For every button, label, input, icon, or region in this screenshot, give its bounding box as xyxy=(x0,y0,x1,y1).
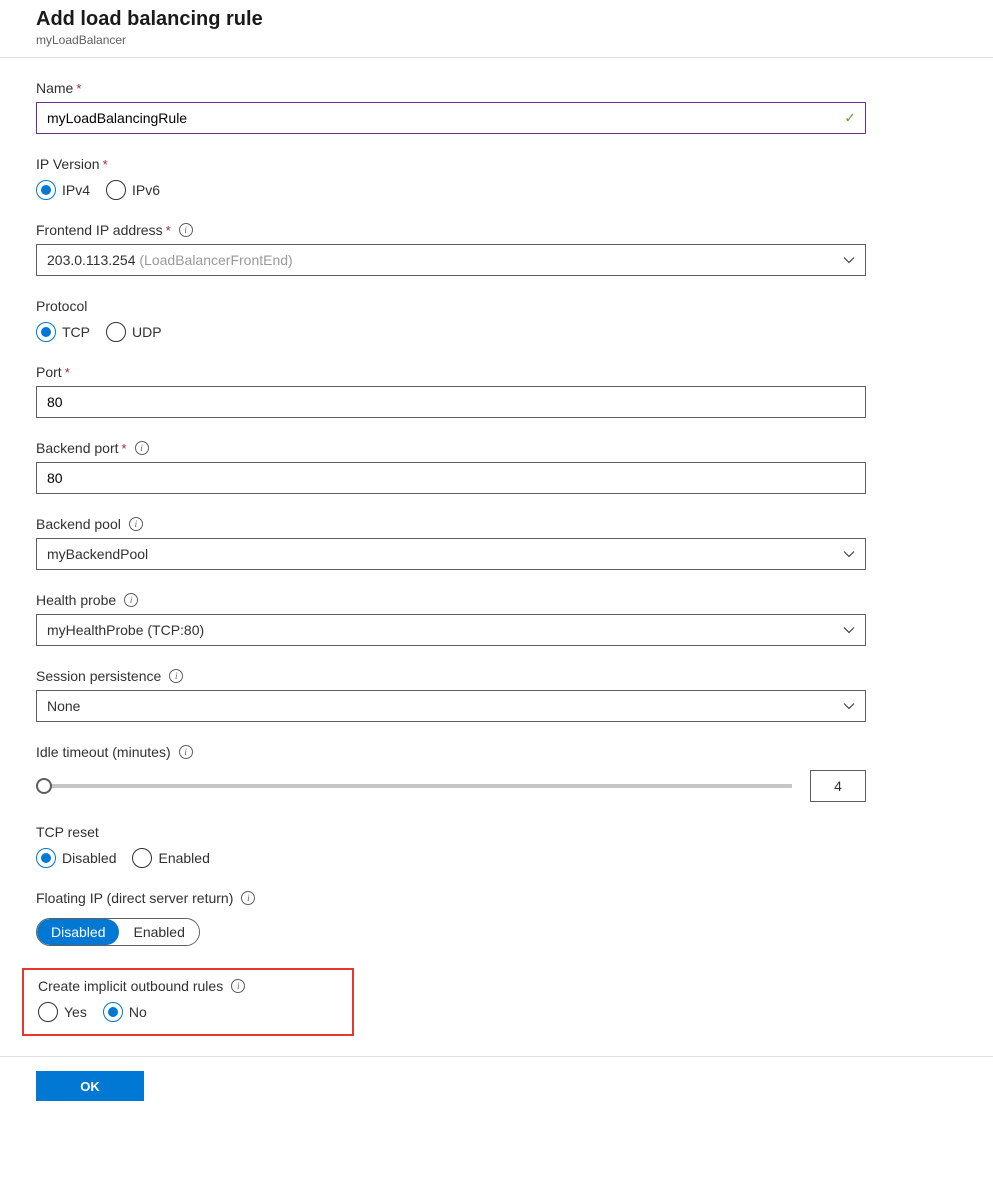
page-header: Add load balancing rule myLoadBalancer xyxy=(0,0,993,58)
radio-icon xyxy=(36,180,56,200)
ip-version-group: IP Version * IPv4 IPv6 xyxy=(36,156,866,200)
idle-timeout-slider[interactable] xyxy=(36,784,792,788)
tcp-reset-disabled-label: Disabled xyxy=(62,850,116,866)
info-icon[interactable]: i xyxy=(179,223,193,237)
health-probe-group: Health probe i myHealthProbe (TCP:80) xyxy=(36,592,866,646)
name-input[interactable] xyxy=(36,102,866,134)
tcp-reset-label: TCP reset xyxy=(36,824,99,840)
idle-timeout-label: Idle timeout (minutes) xyxy=(36,744,171,760)
page-subtitle: myLoadBalancer xyxy=(36,33,993,47)
tcp-reset-enabled-radio[interactable]: Enabled xyxy=(132,848,209,868)
tcp-reset-group: TCP reset Disabled Enabled xyxy=(36,824,866,868)
required-indicator: * xyxy=(65,365,70,380)
radio-icon xyxy=(132,848,152,868)
chevron-down-icon xyxy=(843,548,855,560)
radio-icon xyxy=(106,180,126,200)
tcp-radio[interactable]: TCP xyxy=(36,322,90,342)
floating-ip-disabled-option[interactable]: Disabled xyxy=(37,919,119,945)
session-persistence-group: Session persistence i None xyxy=(36,668,866,722)
radio-icon xyxy=(106,322,126,342)
ip-version-label: IP Version xyxy=(36,156,100,172)
backend-pool-label: Backend pool xyxy=(36,516,121,532)
port-label: Port xyxy=(36,364,62,380)
chevron-down-icon xyxy=(843,700,855,712)
required-indicator: * xyxy=(76,81,81,96)
floating-ip-enabled-option[interactable]: Enabled xyxy=(119,919,198,945)
udp-radio[interactable]: UDP xyxy=(106,322,162,342)
health-probe-value: myHealthProbe (TCP:80) xyxy=(47,622,843,638)
idle-timeout-group: Idle timeout (minutes) i 4 xyxy=(36,744,866,802)
info-icon[interactable]: i xyxy=(169,669,183,683)
port-input[interactable] xyxy=(36,386,866,418)
backend-port-input[interactable] xyxy=(36,462,866,494)
chevron-down-icon xyxy=(843,624,855,636)
radio-icon xyxy=(36,322,56,342)
ok-button[interactable]: OK xyxy=(36,1071,144,1101)
tcp-reset-disabled-radio[interactable]: Disabled xyxy=(36,848,116,868)
backend-pool-group: Backend pool i myBackendPool xyxy=(36,516,866,570)
info-icon[interactable]: i xyxy=(124,593,138,607)
required-indicator: * xyxy=(122,441,127,456)
floating-ip-label: Floating IP (direct server return) xyxy=(36,890,233,906)
floating-ip-toggle: Disabled Enabled xyxy=(36,918,200,946)
chevron-down-icon xyxy=(843,254,855,266)
ipv6-label: IPv6 xyxy=(132,182,160,198)
protocol-label: Protocol xyxy=(36,298,87,314)
ipv6-radio[interactable]: IPv6 xyxy=(106,180,160,200)
implicit-outbound-no-label: No xyxy=(129,1004,147,1020)
required-indicator: * xyxy=(166,223,171,238)
radio-icon xyxy=(38,1002,58,1022)
footer: OK xyxy=(0,1057,993,1115)
name-label: Name xyxy=(36,80,73,96)
backend-pool-select[interactable]: myBackendPool xyxy=(36,538,866,570)
session-persistence-label: Session persistence xyxy=(36,668,161,684)
page-title: Add load balancing rule xyxy=(36,8,993,31)
frontend-ip-label: Frontend IP address xyxy=(36,222,163,238)
info-icon[interactable]: i xyxy=(241,891,255,905)
udp-label: UDP xyxy=(132,324,162,340)
implicit-outbound-yes-label: Yes xyxy=(64,1004,87,1020)
health-probe-label: Health probe xyxy=(36,592,116,608)
implicit-outbound-no-radio[interactable]: No xyxy=(103,1002,147,1022)
info-icon[interactable]: i xyxy=(231,979,245,993)
frontend-ip-value-ip: 203.0.113.254 xyxy=(47,252,136,268)
backend-port-label: Backend port xyxy=(36,440,119,456)
radio-icon xyxy=(36,848,56,868)
tcp-reset-enabled-label: Enabled xyxy=(158,850,209,866)
tcp-label: TCP xyxy=(62,324,90,340)
port-group: Port * xyxy=(36,364,866,418)
backend-pool-value: myBackendPool xyxy=(47,546,843,562)
implicit-outbound-yes-radio[interactable]: Yes xyxy=(38,1002,87,1022)
ipv4-radio[interactable]: IPv4 xyxy=(36,180,90,200)
form-content: Name * ✓ IP Version * IPv4 IPv6 Frontend xyxy=(0,58,993,1057)
health-probe-select[interactable]: myHealthProbe (TCP:80) xyxy=(36,614,866,646)
required-indicator: * xyxy=(103,157,108,172)
idle-timeout-value[interactable]: 4 xyxy=(810,770,866,802)
check-icon: ✓ xyxy=(844,110,856,127)
session-persistence-value: None xyxy=(47,698,843,714)
floating-ip-group: Floating IP (direct server return) i Dis… xyxy=(36,890,866,946)
protocol-group: Protocol TCP UDP xyxy=(36,298,866,342)
implicit-outbound-highlight: Create implicit outbound rules i Yes No xyxy=(22,968,354,1036)
session-persistence-select[interactable]: None xyxy=(36,690,866,722)
slider-thumb-icon[interactable] xyxy=(36,778,52,794)
frontend-ip-value-name: (LoadBalancerFrontEnd) xyxy=(136,252,293,268)
radio-icon xyxy=(103,1002,123,1022)
info-icon[interactable]: i xyxy=(129,517,143,531)
frontend-ip-group: Frontend IP address * i 203.0.113.254 (L… xyxy=(36,222,866,276)
name-group: Name * ✓ xyxy=(36,80,866,134)
info-icon[interactable]: i xyxy=(135,441,149,455)
implicit-outbound-label: Create implicit outbound rules xyxy=(38,978,223,994)
backend-port-group: Backend port * i xyxy=(36,440,866,494)
info-icon[interactable]: i xyxy=(179,745,193,759)
frontend-ip-select[interactable]: 203.0.113.254 (LoadBalancerFrontEnd) xyxy=(36,244,866,276)
ipv4-label: IPv4 xyxy=(62,182,90,198)
